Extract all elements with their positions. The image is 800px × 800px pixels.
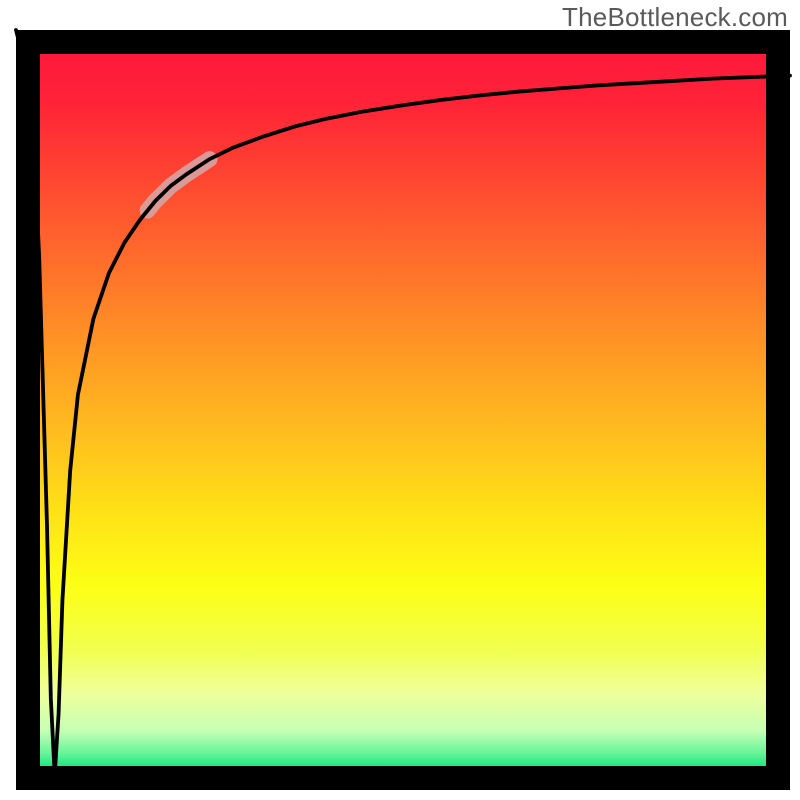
chart-stage: TheBottleneck.com	[0, 0, 800, 800]
plot-background	[28, 42, 778, 778]
watermark-text: TheBottleneck.com	[562, 2, 788, 33]
bottleneck-curve-plot	[0, 0, 800, 800]
